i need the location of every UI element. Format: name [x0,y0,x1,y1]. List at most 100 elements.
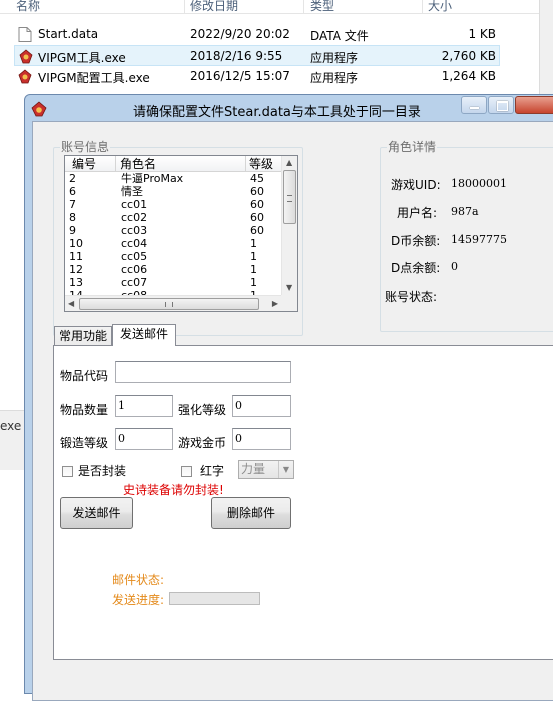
maximize-button[interactable] [488,96,514,114]
scroll-left-icon[interactable]: ◀ [68,300,74,308]
file-type: 应用程序 [310,51,359,65]
enhance-level-label: 强化等级 [178,403,227,417]
file-size: 1,264 KB [441,69,496,83]
file-row[interactable]: VIPGM配置工具.exe 2016/12/5 15:07 应用程序 1,264… [14,66,500,87]
file-type: DATA 文件 [310,29,369,43]
list-item[interactable]: 7 cc01 60 [65,198,281,211]
row-id: 12 [69,263,83,276]
dpoint-value: 0 [451,260,458,273]
row-name: cc07 [121,276,148,289]
item-code-label: 物品代码 [60,369,109,383]
item-quantity-label: 物品数量 [60,403,109,417]
column-size[interactable]: 大小 [428,0,452,14]
delete-mail-button[interactable]: 删除邮件 [211,497,291,529]
app-icon [31,101,47,117]
file-size: 2,760 KB [441,49,496,63]
file-name: Start.data [38,27,99,41]
list-item[interactable]: 9 cc03 60 [65,224,281,237]
row-level: 1 [250,263,257,276]
seal-checkbox[interactable] [62,466,73,477]
row-id: 13 [69,276,83,289]
dpoint-label: D点余额: [391,261,441,275]
list-item[interactable]: 11 cc05 1 [65,250,281,263]
app-icon [18,69,32,84]
uid-value: 18000001 [451,177,507,190]
item-code-input[interactable] [115,361,291,383]
column-name[interactable]: 名称 [16,0,40,14]
row-name: cc04 [121,237,148,250]
row-level: 60 [250,211,264,224]
send-progress-bar [169,592,260,605]
forge-level-input[interactable]: 0 [115,428,173,450]
row-level: 60 [250,224,264,237]
scroll-down-icon[interactable]: ▼ [286,284,292,292]
row-id: 10 [69,237,83,250]
file-name: VIPGM配置工具.exe [38,71,150,85]
scroll-thumb[interactable] [79,298,259,310]
file-date: 2022/9/20 20:02 [190,27,290,41]
vipgm-tool-window: 请确保配置文件Stear.data与本工具处于同一目录 账号信息 编号 角色名 … [24,94,553,701]
window-client: 账号信息 编号 角色名 等级 2 牛逼ProMax 45 6 情圣 60 7 c… [32,121,553,701]
account-group-label: 账号信息 [60,140,111,154]
title-bar[interactable]: 请确保配置文件Stear.data与本工具处于同一目录 [25,95,553,123]
list-item[interactable]: 2 牛逼ProMax 45 [65,172,281,185]
file-row[interactable]: Start.data 2022/9/20 20:02 DATA 文件 1 KB [14,24,500,45]
list-item[interactable]: 13 cc07 1 [65,276,281,289]
row-name: 情圣 [121,185,143,198]
tab-label: 发送邮件 [119,327,168,341]
item-quantity-input[interactable]: 1 [115,395,173,417]
scroll-up-icon[interactable]: ▲ [286,159,292,167]
file-size: 1 KB [468,27,496,41]
row-name: cc03 [121,224,148,237]
red-text-checkbox[interactable] [181,466,192,477]
column-date[interactable]: 修改日期 [190,0,238,14]
tab-common-functions[interactable]: 常用功能 [54,326,112,346]
send-progress-label: 发送进度: [112,593,165,607]
list-item[interactable]: 6 情圣 60 [65,185,281,198]
row-name: cc06 [121,263,148,276]
detail-group-label: 角色详情 [387,140,438,154]
row-name: cc02 [121,211,148,224]
column-level[interactable]: 等级 [249,156,273,172]
close-button[interactable] [515,96,553,114]
row-level: 45 [250,172,264,185]
row-id: 9 [69,224,76,237]
username-label: 用户名: [397,206,438,220]
account-list[interactable]: 编号 角色名 等级 2 牛逼ProMax 45 6 情圣 60 7 cc01 6… [64,155,298,312]
document-icon [18,27,32,42]
column-type[interactable]: 类型 [310,0,334,14]
button-label: 发送邮件 [72,506,121,520]
row-id: 8 [69,211,76,224]
scroll-right-icon[interactable]: ▶ [272,300,278,308]
detail-group: 角色详情 游戏UID: 18000001 用户名: 987a D币余额: 145… [380,140,553,332]
row-name: cc01 [121,198,148,211]
row-id: 7 [69,198,76,211]
column-role-name[interactable]: 角色名 [120,156,156,172]
attribute-select[interactable]: 力量 ▼ [238,460,294,479]
list-item[interactable]: 8 cc02 60 [65,211,281,224]
file-row[interactable]: VIPGM工具.exe 2018/2/16 9:55 应用程序 2,760 KB [14,45,500,66]
column-id[interactable]: 编号 [72,156,96,172]
send-mail-button[interactable]: 发送邮件 [60,497,133,529]
red-text-label: 红字 [200,464,225,478]
mail-status-label: 邮件状态: [112,573,165,587]
list-item[interactable]: 10 cc04 1 [65,237,281,250]
tab-send-mail[interactable]: 发送邮件 [112,324,176,346]
dcoin-value: 14597775 [451,233,507,246]
list-horizontal-scrollbar[interactable]: ◀ ▶ [65,295,281,311]
file-type: 应用程序 [310,71,359,85]
list-vertical-scrollbar[interactable]: ▲ ▼ [281,156,297,295]
row-level: 60 [250,198,264,211]
account-list-header: 编号 角色名 等级 [65,156,281,172]
seal-label: 是否封装 [78,464,127,478]
list-item[interactable]: 12 cc06 1 [65,263,281,276]
minimize-button[interactable] [461,96,487,114]
row-name: cc05 [121,250,148,263]
chevron-down-icon[interactable]: ▼ [278,461,293,478]
dcoin-label: D币余额: [391,234,441,248]
window-title: 请确保配置文件Stear.data与本工具处于同一目录 [133,105,421,120]
game-gold-input[interactable]: 0 [232,428,291,450]
scroll-thumb[interactable] [283,170,296,224]
enhance-level-input[interactable]: 0 [232,395,291,417]
game-gold-label: 游戏金币 [178,436,227,450]
